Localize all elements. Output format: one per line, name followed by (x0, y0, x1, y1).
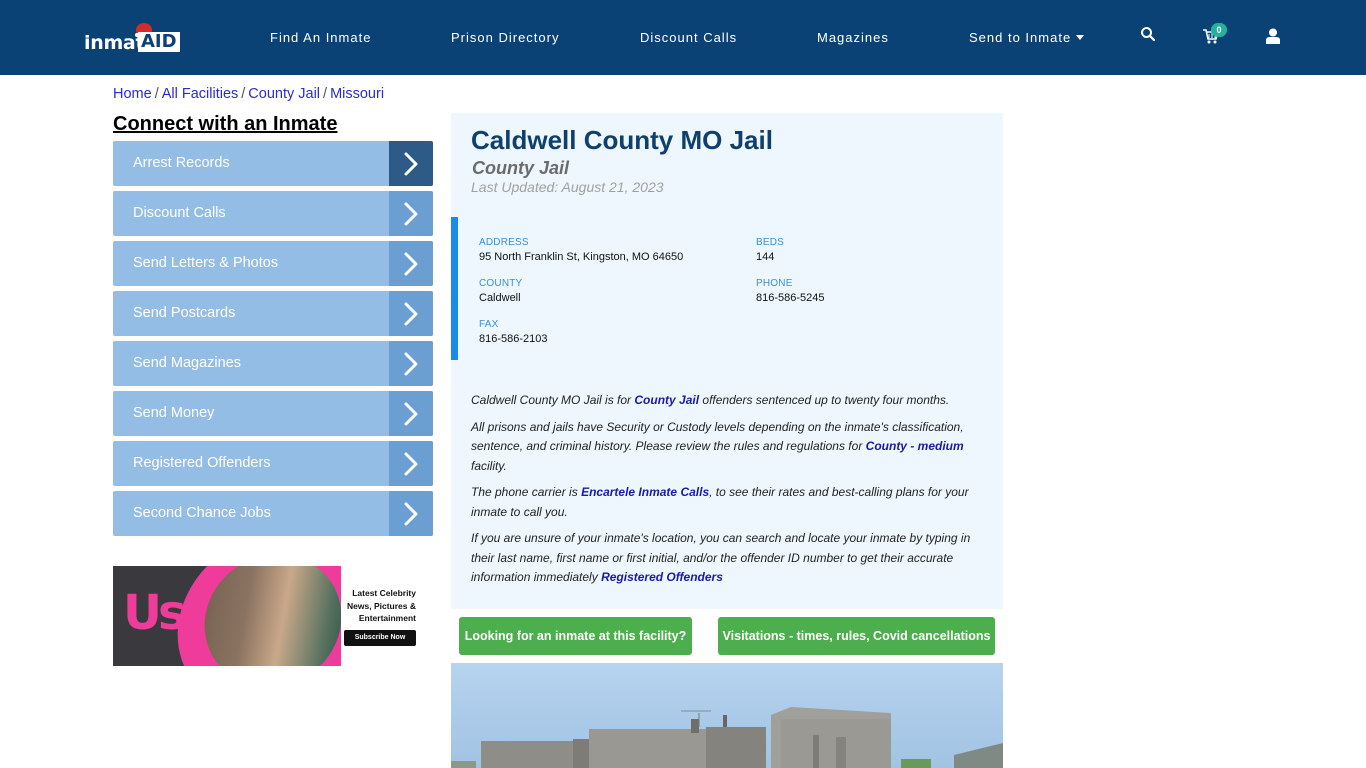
sidebar-item-arrest-records[interactable]: Arrest Records (113, 141, 433, 186)
search-button[interactable] (1140, 26, 1160, 46)
sidebar-item-send-postcards[interactable]: Send Postcards (113, 291, 433, 336)
sidebar-item-send-letters-photos[interactable]: Send Letters & Photos (113, 241, 433, 286)
chevron-right-icon (389, 491, 433, 536)
sidebar-item-label: Send Postcards (133, 305, 236, 321)
visitations-button[interactable]: Visitations - times, rules, Covid cancel… (718, 617, 995, 655)
chevron-right-icon (389, 141, 433, 186)
ad-brand-logo: Us (123, 585, 187, 641)
beds-value: 144 (756, 251, 775, 263)
top-navbar: inmate AID Find An Inmate Prison Directo… (0, 0, 1366, 75)
chevron-right-icon (389, 241, 433, 286)
phone-carrier-link[interactable]: Encartele Inmate Calls (581, 485, 709, 499)
search-icon (1141, 27, 1156, 42)
breadcrumb-home[interactable]: Home (113, 86, 152, 102)
sidebar-item-label: Second Chance Jobs (133, 505, 271, 521)
sidebar-item-discount-calls[interactable]: Discount Calls (113, 191, 433, 236)
sidebar-item-label: Send Magazines (133, 355, 242, 371)
county-label: COUNTY (479, 278, 523, 289)
description-paragraph: If you are unsure of your inmate's locat… (471, 529, 981, 588)
breadcrumb-county-jail[interactable]: County Jail (248, 86, 320, 102)
sidebar-item-second-chance-jobs[interactable]: Second Chance Jobs (113, 491, 433, 536)
chevron-right-icon (389, 391, 433, 436)
facility-card: Caldwell County MO Jail County Jail Last… (451, 113, 1003, 609)
nav-discount-calls[interactable]: Discount Calls (640, 30, 737, 45)
facility-type: County Jail (472, 158, 570, 178)
nav-send-to-inmate[interactable]: Send to Inmate (969, 30, 1085, 45)
sidebar-menu: Arrest Records Discount Calls Send Lette… (113, 141, 433, 541)
description-text: facility. (471, 458, 507, 473)
chevron-right-icon (389, 341, 433, 386)
sidebar-item-label: Send Letters & Photos (133, 255, 279, 271)
description-text: offenders sentenced up to twenty four mo… (699, 393, 950, 407)
breadcrumb-separator: / (154, 86, 159, 102)
ad-tagline-line: News, Pictures & (347, 600, 416, 611)
caret-down-icon (1076, 35, 1085, 40)
description-text: The phone carrier is (471, 485, 582, 499)
fax-label: FAX (479, 319, 499, 330)
account-button[interactable] (1266, 28, 1286, 48)
description-paragraph: All prisons and jails have Security or C… (471, 418, 981, 477)
nav-prison-directory[interactable]: Prison Directory (451, 30, 559, 45)
breadcrumb-missouri[interactable]: Missouri (330, 86, 384, 102)
chevron-right-icon (389, 291, 433, 336)
user-icon (1266, 28, 1280, 44)
description-text: Caldwell County MO Jail is for (471, 393, 635, 407)
sidebar-item-registered-offenders[interactable]: Registered Offenders (113, 441, 433, 486)
find-inmate-at-facility-button[interactable]: Looking for an inmate at this facility? (459, 617, 692, 655)
last-updated: Last Updated: August 21, 2023 (471, 179, 664, 195)
ad-subscribe-button[interactable]: Subscribe Now (344, 630, 416, 646)
sidebar-item-label: Discount Calls (133, 205, 226, 221)
description-paragraph: Caldwell County MO Jail is for County Ja… (471, 391, 981, 411)
fax-value: 816-586-2103 (479, 333, 548, 345)
phone-label: PHONE (756, 278, 793, 289)
nav-magazines[interactable]: Magazines (817, 30, 889, 45)
nav-find-an-inmate[interactable]: Find An Inmate (270, 30, 371, 45)
sidebar-title: Connect with an Inmate (113, 113, 338, 135)
logo-accent: AID (138, 32, 180, 52)
address-label: ADDRESS (479, 237, 529, 248)
ad-tagline-line: Entertainment (358, 613, 416, 623)
sidebar-item-label: Registered Offenders (133, 455, 271, 471)
description-paragraph: The phone carrier is Encartele Inmate Ca… (471, 483, 981, 522)
nav-send-to-inmate-label: Send to Inmate (969, 30, 1072, 45)
security-level-link[interactable]: County - medium (866, 439, 964, 453)
chevron-right-icon (389, 191, 433, 236)
info-accent-bar (451, 217, 458, 360)
ad-tagline: Latest Celebrity News, Pictures & Entert… (326, 587, 416, 625)
chevron-right-icon (389, 441, 433, 486)
cart-count-badge: 0 (1211, 23, 1227, 37)
breadcrumb: Home / All Facilities / County Jail / Missouri (113, 86, 384, 102)
sidebar-item-label: Arrest Records (133, 155, 230, 171)
facility-building-illustration (451, 707, 1003, 768)
ad-tagline-line: Latest Celebrity (352, 588, 416, 598)
sidebar-item-send-money[interactable]: Send Money (113, 391, 433, 436)
sidebar-item-send-magazines[interactable]: Send Magazines (113, 341, 433, 386)
county-jail-link[interactable]: County Jail (634, 393, 699, 407)
sidebar-item-label: Send Money (133, 405, 215, 421)
facility-name: Caldwell County MO Jail (471, 125, 773, 155)
breadcrumb-separator: / (241, 86, 246, 102)
breadcrumb-all-facilities[interactable]: All Facilities (162, 86, 239, 102)
us-weekly-ad-banner[interactable]: Us Latest Celebrity News, Pictures & Ent… (113, 566, 428, 666)
facility-photo (451, 663, 1003, 768)
county-value: Caldwell (479, 292, 521, 304)
beds-label: BEDS (756, 237, 785, 248)
registered-offenders-link[interactable]: Registered Offenders (601, 570, 723, 584)
inmateaid-logo[interactable]: inmate AID (84, 22, 180, 56)
phone-value: 816-586-5245 (756, 292, 825, 304)
breadcrumb-separator: / (323, 86, 328, 102)
facility-description: Caldwell County MO Jail is for County Ja… (471, 391, 981, 595)
address-value: 95 North Franklin St, Kingston, MO 64650 (479, 251, 684, 263)
